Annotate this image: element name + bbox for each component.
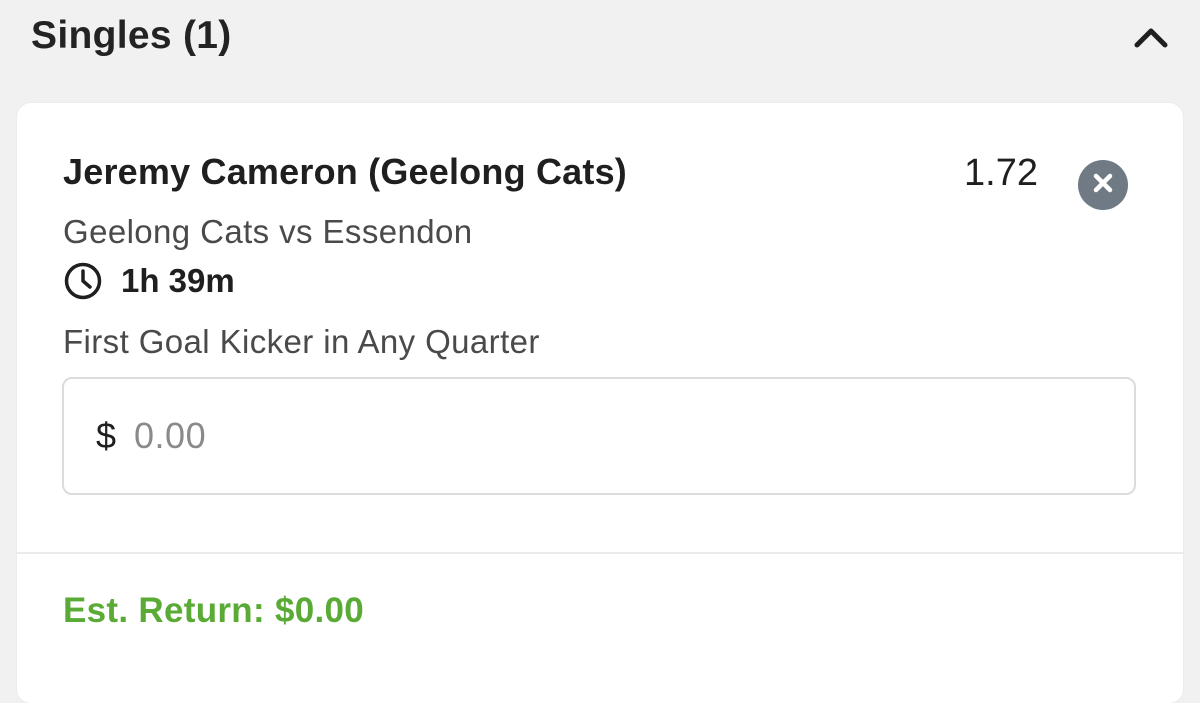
- collapse-button[interactable]: [1130, 18, 1172, 60]
- close-icon: [1092, 172, 1114, 199]
- clock-icon: [63, 261, 103, 301]
- odds-value: 1.72: [964, 152, 1038, 194]
- time-text: 1h 39m: [121, 262, 235, 299]
- chevron-up-icon: [1133, 25, 1169, 54]
- section-title: Singles (1): [31, 14, 232, 57]
- time-to-start: 1h 39m: [63, 261, 235, 301]
- bet-slip-card: Jeremy Cameron (Geelong Cats) 1.72 Geelo…: [17, 103, 1183, 703]
- stake-input[interactable]: [132, 414, 1037, 458]
- event-name: Geelong Cats vs Essendon: [63, 213, 473, 250]
- remove-bet-button[interactable]: [1078, 160, 1128, 210]
- stake-field[interactable]: $: [62, 377, 1136, 495]
- currency-symbol: $: [96, 415, 117, 456]
- selection-name: Jeremy Cameron (Geelong Cats): [63, 151, 627, 192]
- singles-section-header[interactable]: Singles (1): [0, 0, 1200, 90]
- market-name: First Goal Kicker in Any Quarter: [63, 323, 540, 360]
- estimated-return: Est. Return: $0.00: [63, 591, 365, 630]
- divider: [17, 552, 1183, 554]
